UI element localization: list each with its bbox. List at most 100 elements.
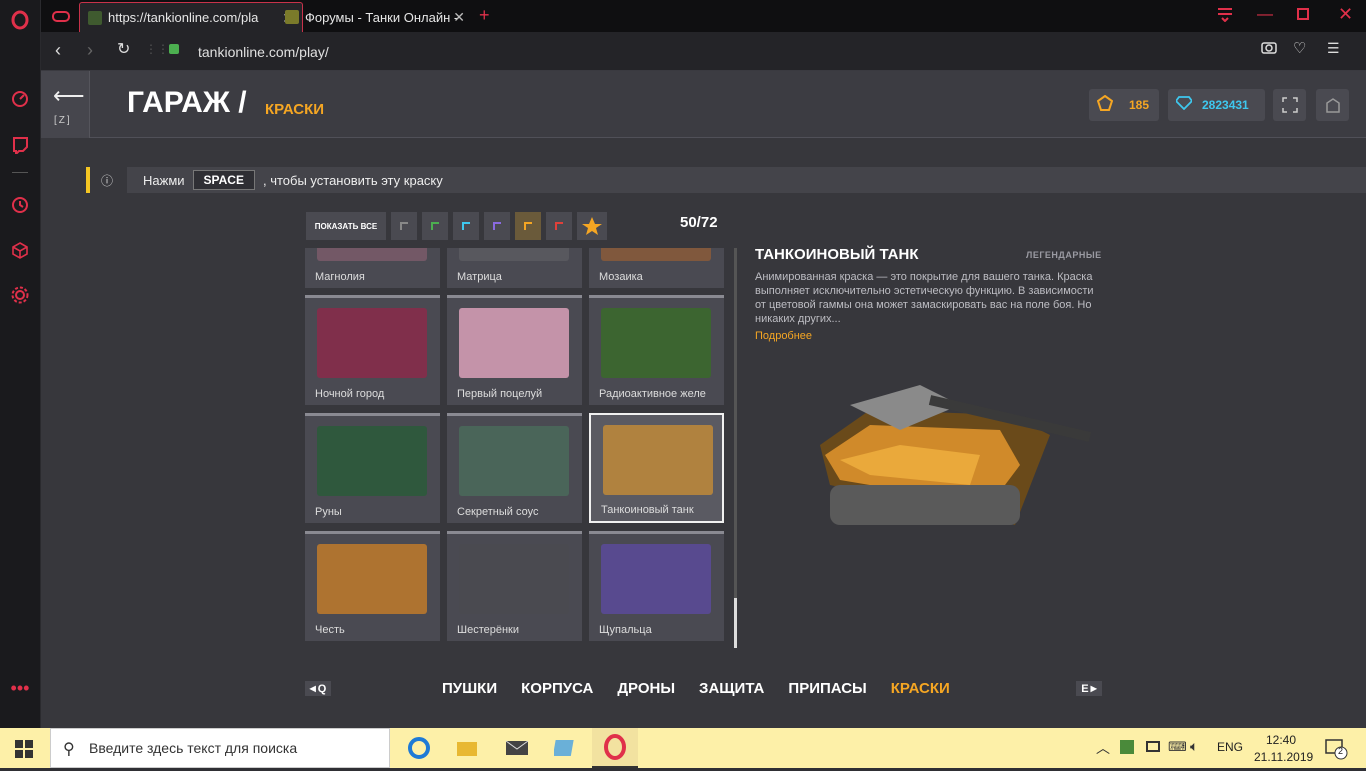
speed-dial-icon[interactable] [10, 89, 30, 109]
hint-bar: Нажми SPACE , чтобы установить эту краск… [127, 167, 1366, 193]
page-subtitle: КРАСКИ [265, 101, 325, 118]
tab-menu-icon[interactable] [1217, 8, 1233, 27]
opera-sidebar: ••• [0, 0, 41, 728]
paint-card[interactable]: Честь [305, 531, 440, 641]
paint-card[interactable]: Щупальца [589, 531, 724, 641]
back-key-label: [Z] [54, 115, 72, 126]
close-tab-icon[interactable]: ✕ [453, 9, 465, 26]
settings-gear-icon[interactable] [10, 285, 30, 305]
back-button[interactable]: ⟵ [Z] [41, 71, 90, 138]
clan-button[interactable] [1316, 89, 1349, 121]
new-tab-button[interactable]: + [479, 5, 490, 26]
edge-icon[interactable] [404, 733, 434, 763]
tray-overflow-icon[interactable]: ︿ [1096, 738, 1110, 758]
filter-favorites[interactable] [577, 212, 607, 240]
heart-icon[interactable]: ♡ [1293, 39, 1306, 57]
notification-icon[interactable]: 2 [1324, 738, 1348, 765]
paint-preview [317, 544, 427, 614]
twitch-icon[interactable] [10, 135, 30, 155]
nav-supplies[interactable]: ПРИПАСЫ [788, 680, 866, 697]
paint-card-selected[interactable]: Танкоиновый танк [589, 413, 724, 523]
maximize-button[interactable] [1297, 8, 1309, 20]
next-category-button[interactable]: E ▶ [1076, 681, 1102, 696]
paint-counter: 50/72 [680, 214, 718, 231]
paint-preview [317, 426, 427, 496]
speed-dial-grid-icon[interactable]: ⋮⋮ [145, 42, 169, 56]
paint-card[interactable]: Матрица [447, 248, 582, 288]
clock-date[interactable]: 21.11.2019 [1254, 750, 1313, 764]
nav-drones[interactable]: ДРОНЫ [617, 680, 675, 697]
paint-card[interactable]: Шестерёнки [447, 531, 582, 641]
info-icon: ⓘ [101, 174, 114, 188]
tanki-favicon-icon [88, 10, 102, 25]
paint-grid: Магнолия Матрица Мозаика Ночной город Пе… [305, 248, 725, 648]
volume-icon[interactable]: 🔈︎ [1190, 738, 1198, 755]
fullscreen-button[interactable] [1273, 89, 1306, 121]
app-icon[interactable] [550, 733, 580, 763]
paint-card[interactable]: Мозаика [589, 248, 724, 288]
show-all-filter[interactable]: ПОКАЗАТЬ ВСЕ [306, 212, 386, 240]
paint-description: Анимированная краска — это покрытие для … [755, 271, 1094, 325]
grid-scrollbar-thumb[interactable] [734, 598, 737, 648]
paint-card[interactable]: Радиоактивное желе [589, 295, 724, 405]
search-icon: ⚲ [63, 741, 75, 758]
back-arrow-icon: ⟵ [53, 83, 85, 108]
crystals-balance[interactable]: 185 [1089, 89, 1159, 121]
hint-accent [86, 167, 90, 193]
network-icon[interactable]: ⌨ [1168, 739, 1187, 755]
filter-rare[interactable] [453, 212, 479, 240]
easy-setup-icon[interactable]: ☰ [1327, 40, 1340, 57]
extensions-cube-icon[interactable] [10, 240, 30, 260]
tank-preview-image [810, 375, 1100, 540]
paint-preview [459, 308, 569, 378]
forward-nav-icon[interactable]: › [87, 40, 93, 61]
paint-preview [317, 248, 427, 261]
battery-icon[interactable] [1146, 741, 1160, 752]
nav-protection[interactable]: ЗАЩИТА [699, 680, 764, 697]
more-dots-icon[interactable]: ••• [10, 678, 30, 698]
prev-category-button[interactable]: ◀ Q [305, 681, 331, 696]
filter-legendary[interactable] [515, 212, 541, 240]
rarity-badge: ЛЕГЕНДАРНЫЕ [1026, 250, 1102, 260]
tab-tankionline[interactable]: https://tankionline.com/pla ✕ [79, 2, 303, 32]
paint-card[interactable]: Первый поцелуй [447, 295, 582, 405]
grid-scrollbar[interactable] [734, 248, 737, 648]
close-window-button[interactable]: ✕ [1338, 4, 1353, 25]
windows-start-icon[interactable] [15, 740, 33, 763]
taskbar-search[interactable]: ⚲ Введите здесь текст для поиска [50, 728, 390, 768]
space-key-badge: SPACE [192, 170, 255, 190]
tray-app-icon[interactable] [1120, 740, 1134, 754]
nav-paints[interactable]: КРАСКИ [891, 680, 950, 697]
history-icon[interactable] [10, 195, 30, 215]
minimize-button[interactable]: — [1257, 6, 1273, 24]
secure-lock-icon[interactable] [169, 44, 179, 54]
filter-uncommon[interactable] [422, 212, 448, 240]
sidebar-divider [12, 172, 28, 173]
opera-taskbar-button[interactable] [592, 728, 638, 768]
language-indicator[interactable]: ENG [1217, 740, 1243, 754]
clock-time[interactable]: 12:40 [1266, 733, 1296, 747]
paint-card[interactable]: Магнолия [305, 248, 440, 288]
reload-icon[interactable]: ↻ [117, 39, 130, 59]
url-text[interactable]: tankionline.com/play/ [198, 44, 329, 60]
more-link[interactable]: Подробнее [755, 330, 812, 342]
filter-exotic[interactable] [546, 212, 572, 240]
nav-guns[interactable]: ПУШКИ [442, 680, 497, 697]
paint-card[interactable]: Руны [305, 413, 440, 523]
camera-icon[interactable] [1261, 40, 1277, 59]
paint-card[interactable]: Секретный соус [447, 413, 582, 523]
rank-pentagon-icon [1096, 94, 1114, 116]
nav-hulls[interactable]: КОРПУСА [521, 680, 593, 697]
back-nav-icon[interactable]: ‹ [55, 40, 61, 61]
paint-preview [459, 544, 569, 614]
diamonds-balance[interactable]: 2823431 [1168, 89, 1265, 121]
gamepad-icon[interactable] [51, 6, 71, 31]
mail-icon[interactable] [502, 733, 532, 763]
opera-logo-icon[interactable] [10, 10, 30, 30]
paint-card[interactable]: Ночной город [305, 295, 440, 405]
filter-epic[interactable] [484, 212, 510, 240]
filter-common[interactable] [391, 212, 417, 240]
tab-forums[interactable]: Форумы - Танки Онлайн - ✕ [277, 2, 473, 32]
paint-preview [459, 248, 569, 261]
file-explorer-icon[interactable] [452, 733, 482, 763]
